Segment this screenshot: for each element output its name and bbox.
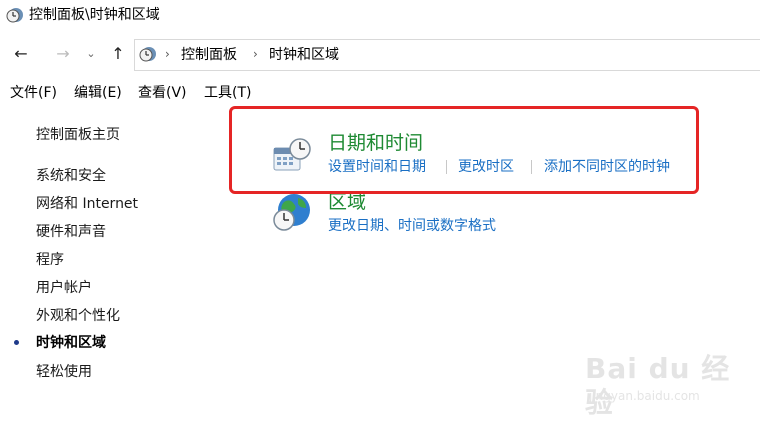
clock-globe-icon	[6, 8, 23, 23]
watermark-url: jingyan.baidu.com	[589, 389, 700, 403]
sidebar-item-ease-of-access[interactable]: 轻松使用	[36, 363, 92, 381]
address-bar[interactable]: › 控制面板 › 时钟和区域	[134, 39, 760, 71]
navigation-bar: ← → ⌄ ↑ › 控制面板 › 时钟和区域	[0, 36, 760, 72]
watermark-text: Bai du 经验	[585, 352, 731, 419]
sidebar-home-link[interactable]: 控制面板主页	[36, 126, 120, 144]
chevron-right-icon[interactable]: ›	[165, 46, 170, 62]
menu-edit[interactable]: 编辑(E)	[74, 84, 122, 102]
window-title: 控制面板\时钟和区域	[29, 7, 160, 23]
menu-bar: 文件(F) 编辑(E) 查看(V) 工具(T)	[0, 80, 760, 106]
breadcrumb-clock-region[interactable]: 时钟和区域	[269, 46, 339, 64]
menu-view[interactable]: 查看(V)	[138, 84, 187, 102]
current-item-bullet-icon	[14, 340, 19, 345]
sidebar-item-network-internet[interactable]: 网络和 Internet	[36, 195, 138, 213]
title-bar: 控制面板\时钟和区域	[0, 0, 760, 32]
sidebar-item-clock-region[interactable]: 时钟和区域	[36, 334, 106, 352]
region-globe-icon[interactable]	[272, 192, 312, 232]
chevron-right-icon[interactable]: ›	[253, 46, 258, 62]
menu-file[interactable]: 文件(F)	[10, 84, 57, 102]
menu-tools[interactable]: 工具(T)	[204, 84, 251, 102]
sidebar-item-user-accounts[interactable]: 用户帐户	[36, 279, 92, 297]
back-button[interactable]: ←	[10, 44, 32, 64]
watermark: Bai du 经验 jingyan.baidu.com	[585, 352, 755, 419]
sidebar-item-appearance[interactable]: 外观和个性化	[36, 307, 120, 325]
breadcrumb-control-panel[interactable]: 控制面板	[181, 46, 237, 64]
highlight-box	[229, 106, 699, 194]
sidebar-item-hardware-sound[interactable]: 硬件和声音	[36, 223, 106, 241]
sidebar-item-programs[interactable]: 程序	[36, 251, 64, 269]
sidebar-item-system-security[interactable]: 系统和安全	[36, 167, 106, 185]
link-change-formats[interactable]: 更改日期、时间或数字格式	[328, 217, 496, 235]
control-panel-icon	[139, 47, 156, 62]
up-button[interactable]: ↑	[108, 44, 128, 64]
sidebar: 控制面板主页 系统和安全 网络和 Internet 硬件和声音 程序 用户帐户 …	[0, 118, 230, 408]
recent-locations-button[interactable]: ⌄	[84, 44, 98, 64]
forward-button[interactable]: →	[52, 44, 74, 64]
